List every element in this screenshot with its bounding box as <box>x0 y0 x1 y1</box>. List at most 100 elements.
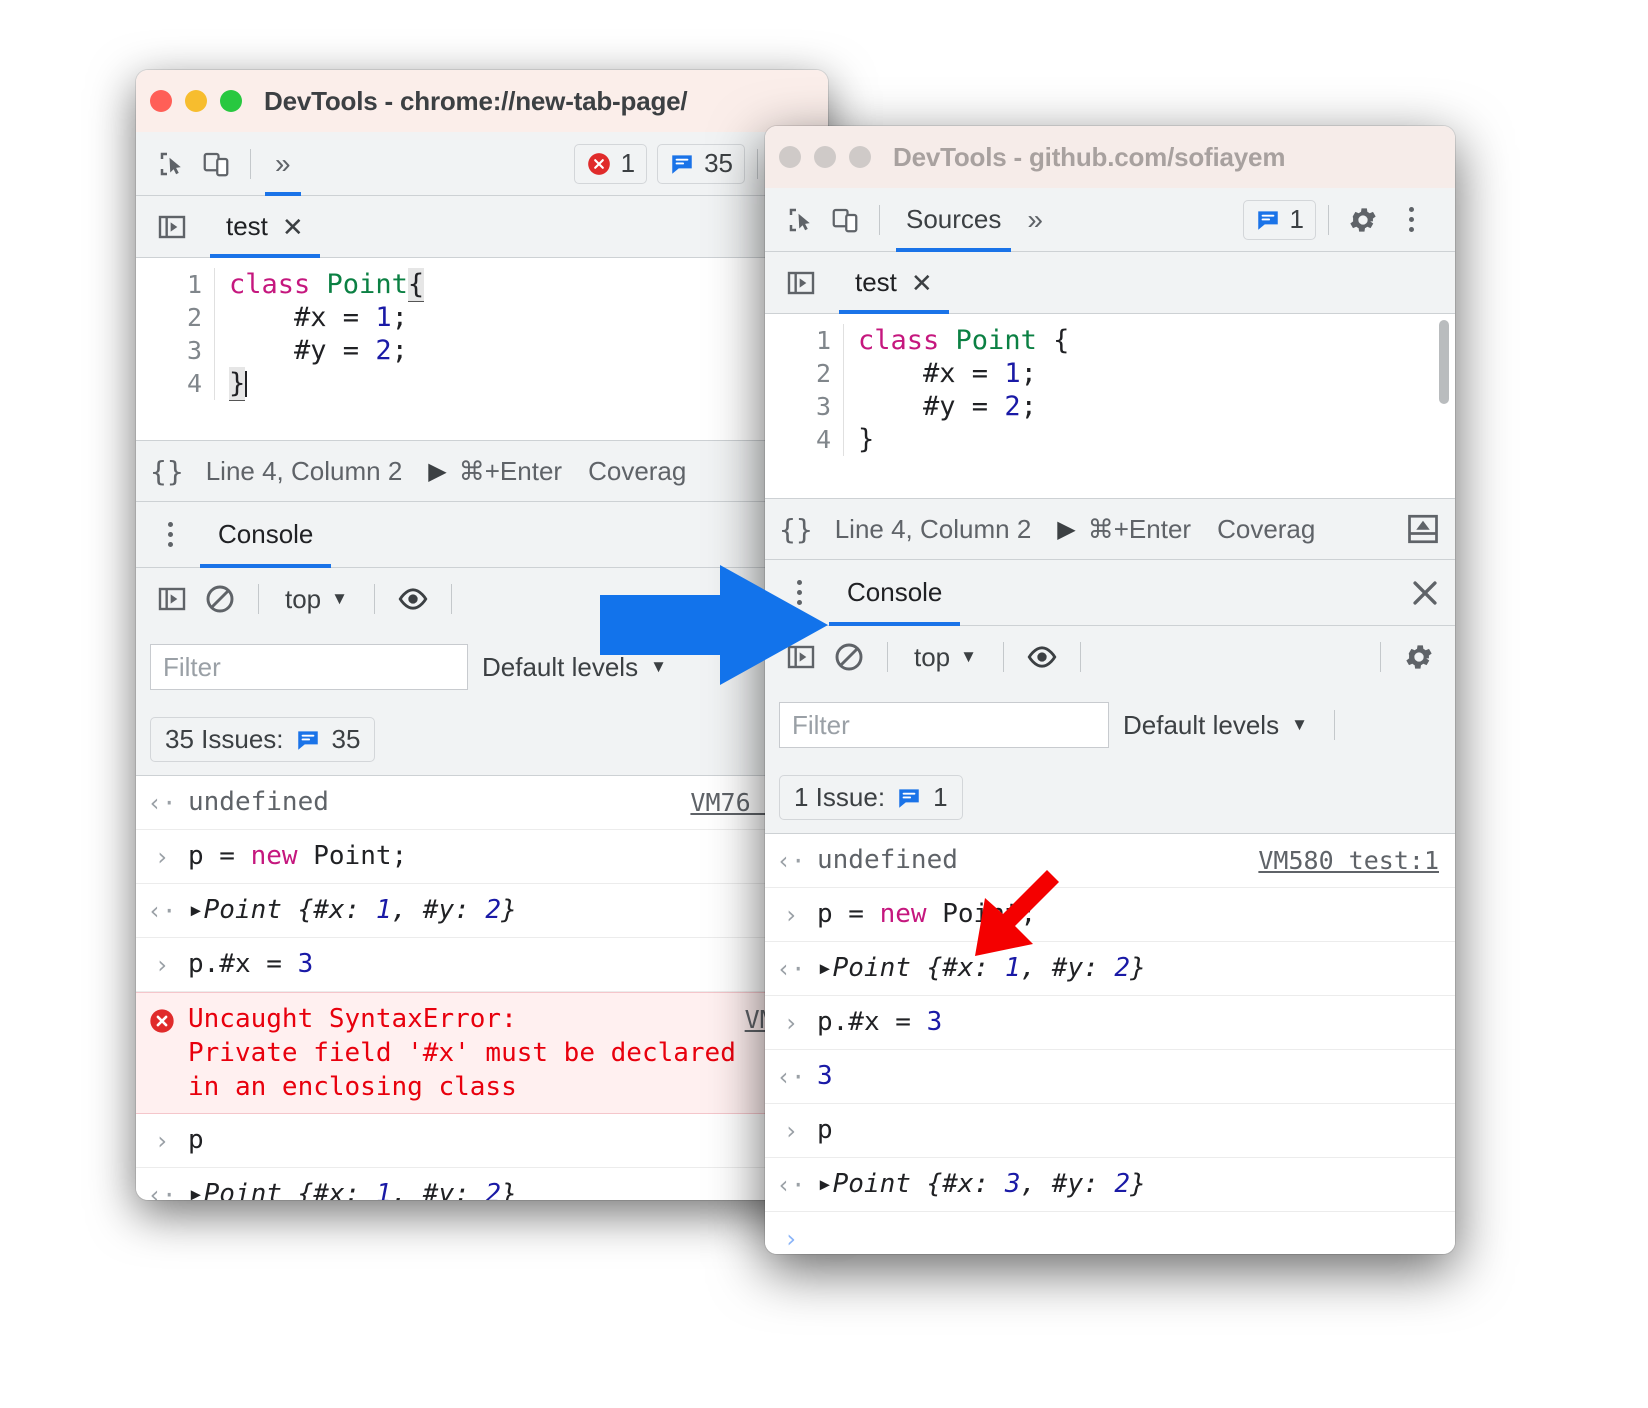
clear-console-icon[interactable] <box>827 635 871 679</box>
filter-input[interactable]: Filter <box>779 702 1109 748</box>
file-tab-label: test <box>855 267 897 297</box>
chevron-down-icon: ▼ <box>331 589 348 608</box>
inspect-icon[interactable] <box>150 142 194 186</box>
result-arrow-icon: ‹· <box>147 897 177 925</box>
collapse-drawer-icon[interactable] <box>1405 511 1441 547</box>
pretty-print-icon[interactable]: {} <box>150 455 184 488</box>
close-drawer-icon[interactable] <box>1403 571 1447 615</box>
line-content: #x = 1; <box>214 301 828 334</box>
run-snippet-icon[interactable]: ▶ <box>428 457 446 486</box>
coverage-button[interactable]: Coverag <box>588 456 686 487</box>
toolbar-divider <box>879 204 880 235</box>
console-message[interactable]: ‹· ▸Point {#x: 1, #y: 2} <box>136 884 828 938</box>
console-divider-3 <box>450 584 452 614</box>
console-issues-bar-after: 1 Issue: 1 <box>765 762 1455 834</box>
minimize-window-button[interactable] <box>185 90 207 112</box>
gear-icon[interactable] <box>1341 198 1385 242</box>
execution-context-selector[interactable]: top ▼ <box>904 642 987 673</box>
console-message[interactable]: › p.#x = 3 <box>765 996 1455 1050</box>
tab-console[interactable]: Console <box>829 560 961 626</box>
drawer-header-after: Console <box>765 560 1455 626</box>
close-icon[interactable]: ✕ <box>911 270 933 296</box>
console-divider-1 <box>887 642 888 672</box>
log-levels-dropdown[interactable]: Default levels ▼ <box>1123 710 1308 741</box>
message-text: 3 <box>817 1061 833 1091</box>
console-message-error[interactable]: Uncaught SyntaxError: Private field '#x'… <box>136 992 828 1114</box>
message-text: Uncaught SyntaxError: Private field '#x'… <box>188 1004 736 1102</box>
issues-label: 1 Issue: <box>794 782 886 812</box>
error-icon <box>587 152 610 175</box>
issue-icon <box>297 730 318 750</box>
console-sidebar-icon[interactable] <box>150 577 194 621</box>
devtools-window-after[interactable]: DevTools - github.com/sofiayem Sources » <box>765 126 1455 1254</box>
coverage-button[interactable]: Coverag <box>1217 514 1315 545</box>
console-message[interactable]: ‹· undefined VM580 test:1 <box>765 834 1455 888</box>
close-icon[interactable]: ✕ <box>282 214 304 240</box>
message-source[interactable]: VM580 test:1 <box>1258 844 1439 878</box>
code-editor-after[interactable]: 1 class Point { 2 #x = 1; 3 #y = 2; 4 } <box>765 314 1455 498</box>
input-arrow-icon: › <box>783 901 799 929</box>
console-messages-before[interactable]: ‹· undefined VM76 test:1 › p = new Point… <box>136 776 828 1200</box>
more-options-icon[interactable] <box>150 522 190 547</box>
code-line: 3 #y = 2; <box>136 334 828 367</box>
tab-console[interactable]: Console <box>200 502 332 568</box>
console-message[interactable]: ‹· 3 <box>765 1050 1455 1104</box>
input-arrow-icon: › <box>783 1117 799 1145</box>
issues-counter-button[interactable]: 1 <box>1242 199 1316 240</box>
sources-tabstrip-before: test ✕ <box>136 196 828 258</box>
execution-context-selector[interactable]: top ▼ <box>275 584 358 615</box>
console-messages-after[interactable]: ‹· undefined VM580 test:1 › p = new Poin… <box>765 834 1455 1254</box>
show-navigator-icon[interactable] <box>150 205 194 249</box>
issues-counter-button[interactable]: 35 <box>657 143 745 184</box>
error-counter-button[interactable]: 1 <box>573 143 648 184</box>
run-snippet-icon[interactable]: ▶ <box>1057 515 1075 544</box>
console-message[interactable]: › p <box>136 1114 828 1168</box>
traffic-lights-after[interactable] <box>779 146 871 168</box>
more-panels-button[interactable]: » <box>1015 188 1055 252</box>
file-tab-test[interactable]: test ✕ <box>210 196 320 258</box>
devtools-toolbar-after: Sources » 1 <box>765 188 1455 252</box>
issue-count: 1 <box>1289 204 1304 234</box>
gear-icon[interactable] <box>1397 635 1441 679</box>
show-navigator-icon[interactable] <box>779 261 823 305</box>
console-prompt[interactable]: › <box>765 1212 1455 1254</box>
issues-summary-button[interactable]: 1 Issue: 1 <box>779 775 963 820</box>
live-expression-icon[interactable] <box>391 577 435 621</box>
message-text: ▸Point {#x: 1, #y: 2} <box>817 953 1146 983</box>
console-message[interactable]: ‹· ▸Point {#x: 1, #y: 2} <box>765 942 1455 996</box>
close-window-button[interactable] <box>150 90 172 112</box>
inspect-icon[interactable] <box>779 198 823 242</box>
console-divider-1 <box>258 584 259 614</box>
maximize-window-button[interactable] <box>849 146 871 168</box>
issues-summary-button[interactable]: 35 Issues: 35 <box>150 717 376 762</box>
maximize-window-button[interactable] <box>220 90 242 112</box>
tab-sources[interactable]: Sources <box>892 188 1015 252</box>
line-content: class Point { <box>214 267 828 302</box>
clear-console-icon[interactable] <box>198 577 242 621</box>
close-window-button[interactable] <box>779 146 801 168</box>
device-toolbar-icon[interactable] <box>194 142 238 186</box>
console-message[interactable]: ‹· undefined VM76 test:1 <box>136 776 828 830</box>
console-message[interactable]: › p.#x = 3 <box>136 938 828 992</box>
minimize-window-button[interactable] <box>814 146 836 168</box>
live-expression-icon[interactable] <box>1020 635 1064 679</box>
more-panels-button[interactable]: » <box>263 132 303 196</box>
message-text: p <box>188 1125 204 1155</box>
message-text: ▸Point {#x: 1, #y: 2} <box>188 895 517 925</box>
code-editor-before[interactable]: 1 class Point { 2 #x = 1; 3 #y = 2; 4 } <box>136 258 828 440</box>
console-message[interactable]: › p <box>765 1104 1455 1158</box>
console-message[interactable]: › p = new Point; <box>136 830 828 884</box>
filter-input[interactable]: Filter <box>150 644 468 690</box>
editor-scrollbar[interactable] <box>1439 320 1449 404</box>
issues-count: 35 <box>331 724 361 754</box>
result-arrow-icon: ‹· <box>776 955 806 983</box>
traffic-lights-before[interactable] <box>150 90 242 112</box>
console-message[interactable]: ‹· ▸Point {#x: 3, #y: 2} <box>765 1158 1455 1212</box>
console-message[interactable]: › p = new Point; <box>765 888 1455 942</box>
more-options-icon[interactable] <box>1391 207 1431 232</box>
pretty-print-icon[interactable]: {} <box>779 513 813 546</box>
device-toolbar-icon[interactable] <box>823 198 867 242</box>
console-message[interactable]: ‹· ▸Point {#x: 1, #y: 2} <box>136 1168 828 1200</box>
issues-label: 35 Issues: <box>165 724 284 754</box>
file-tab-test[interactable]: test ✕ <box>839 252 949 314</box>
